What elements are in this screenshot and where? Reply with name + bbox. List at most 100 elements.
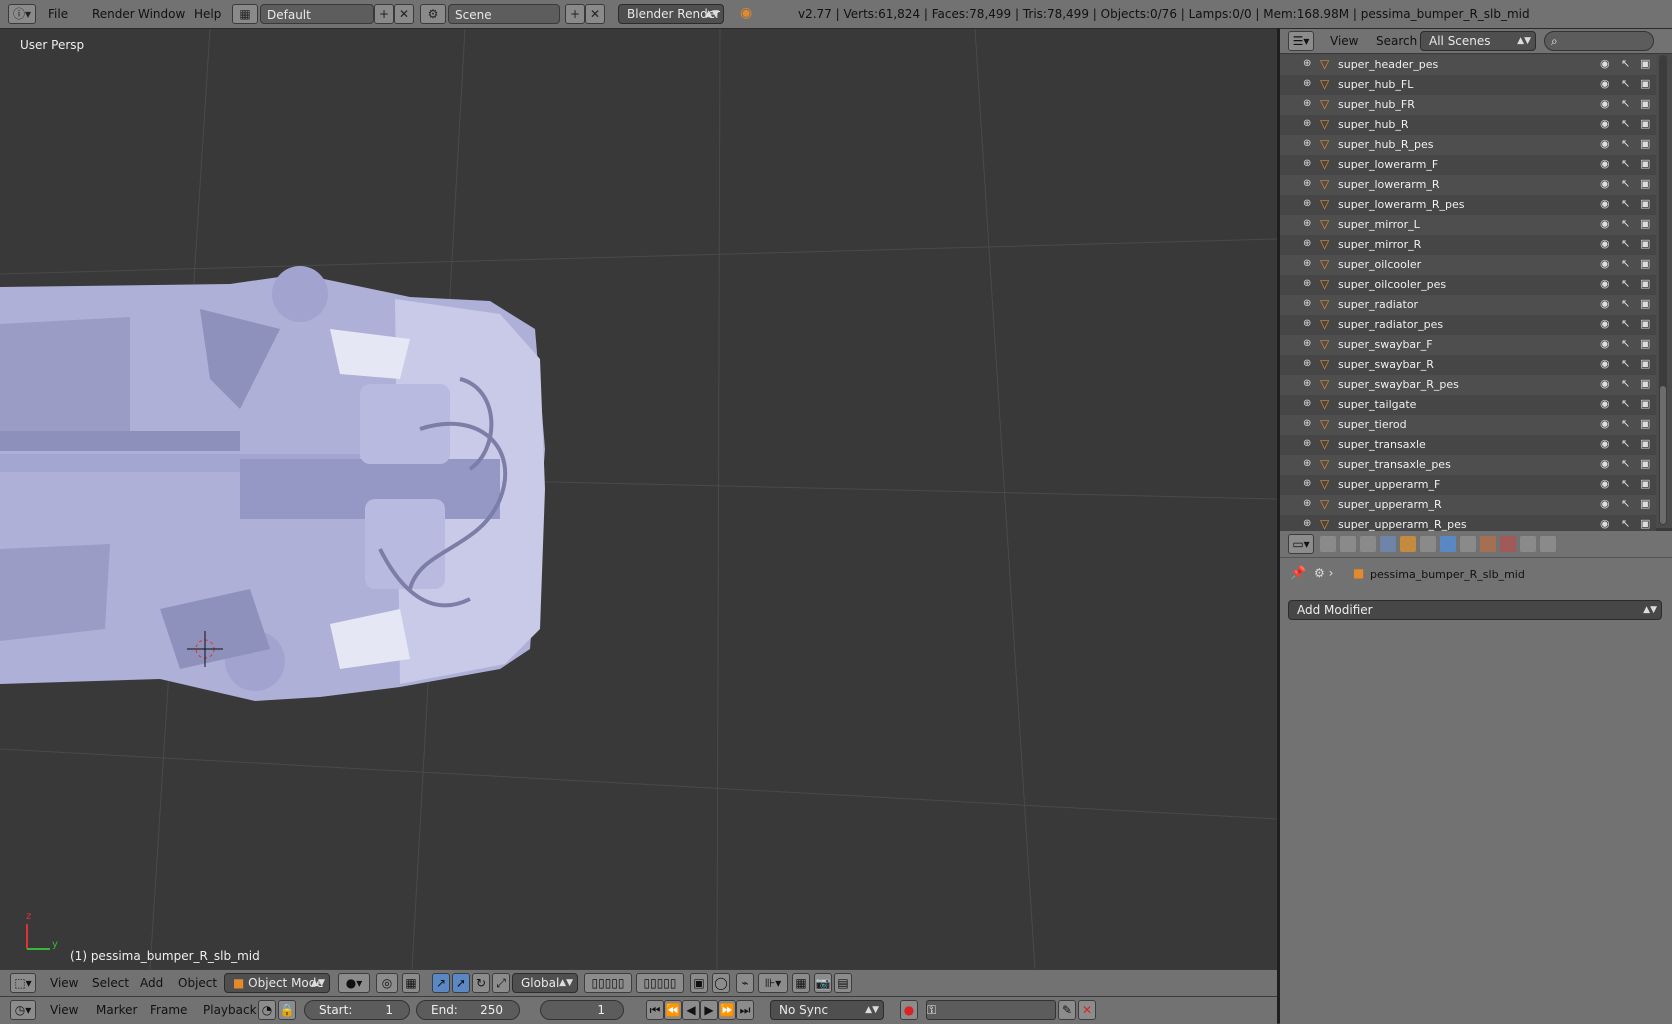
renderability-camera-icon[interactable]: ▣ xyxy=(1640,317,1650,330)
current-frame-field[interactable]: 1 xyxy=(540,1000,624,1020)
visibility-eye-icon[interactable]: ◉ xyxy=(1600,297,1610,310)
selectability-cursor-icon[interactable]: ↖ xyxy=(1621,477,1630,490)
manipulator-icon[interactable]: ↗ xyxy=(432,973,450,993)
selectability-cursor-icon[interactable]: ↖ xyxy=(1621,277,1630,290)
3d-viewport[interactable]: z y xyxy=(0,29,1277,969)
keying-set-field[interactable]: ⚿ xyxy=(926,1000,1056,1020)
visibility-eye-icon[interactable]: ◉ xyxy=(1600,117,1610,130)
expand-icon[interactable]: ⊕ xyxy=(1303,199,1313,209)
expand-icon[interactable]: ⊕ xyxy=(1303,479,1313,489)
outliner-item[interactable]: ⊕ ▽ super_upperarm_F ◉ ↖ ▣ xyxy=(1280,475,1656,495)
selectability-cursor-icon[interactable]: ↖ xyxy=(1621,157,1630,170)
menu-playback[interactable]: Playback xyxy=(203,1003,257,1017)
renderability-camera-icon[interactable]: ▣ xyxy=(1640,237,1650,250)
sync-dropdown[interactable]: No Sync ▲▼ xyxy=(770,1000,884,1020)
physics-tab-icon[interactable] xyxy=(1540,536,1556,552)
constraints-tab-icon[interactable] xyxy=(1420,536,1436,552)
selectability-cursor-icon[interactable]: ↖ xyxy=(1621,517,1630,530)
expand-icon[interactable]: ⊕ xyxy=(1303,459,1313,469)
selectability-cursor-icon[interactable]: ↖ xyxy=(1621,77,1630,90)
expand-icon[interactable]: ⊕ xyxy=(1303,79,1313,89)
orientation-dropdown[interactable]: Global ▲▼ xyxy=(512,973,578,993)
expand-icon[interactable]: ⊕ xyxy=(1303,279,1313,289)
renderability-camera-icon[interactable]: ▣ xyxy=(1640,357,1650,370)
render-engine-dropdown[interactable]: Blender Render ▲▼ xyxy=(618,4,724,24)
expand-icon[interactable]: ⊕ xyxy=(1303,159,1313,169)
display-mode-dropdown[interactable]: All Scenes ▲▼ xyxy=(1420,31,1536,51)
menu-render[interactable]: Render xyxy=(92,7,135,21)
visibility-eye-icon[interactable]: ◉ xyxy=(1600,177,1610,190)
pivot-icon[interactable]: ◎ xyxy=(376,973,398,993)
renderability-camera-icon[interactable]: ▣ xyxy=(1640,57,1650,70)
info-editor-icon[interactable]: ⓘ▾ xyxy=(8,4,36,24)
menu-window[interactable]: Window xyxy=(138,7,185,21)
world-tab-icon[interactable] xyxy=(1380,536,1396,552)
editor-type-icon[interactable]: ⬚▾ xyxy=(10,973,36,993)
layers-group-2[interactable]: ▯▯▯▯▯ xyxy=(636,973,684,993)
renderability-camera-icon[interactable]: ▣ xyxy=(1640,377,1650,390)
record-icon[interactable]: ● xyxy=(900,1000,918,1020)
renderability-camera-icon[interactable]: ▣ xyxy=(1640,77,1650,90)
play-icon[interactable]: ▶ xyxy=(700,1000,718,1020)
selectability-cursor-icon[interactable]: ↖ xyxy=(1621,497,1630,510)
outliner-scroll-thumb[interactable] xyxy=(1660,386,1666,524)
layers-tab-icon[interactable] xyxy=(1340,536,1356,552)
menu-timeline-view[interactable]: View xyxy=(50,1003,78,1017)
selectability-cursor-icon[interactable]: ↖ xyxy=(1621,97,1630,110)
menu-frame[interactable]: Frame xyxy=(150,1003,187,1017)
selectability-cursor-icon[interactable]: ↖ xyxy=(1621,397,1630,410)
outliner-item[interactable]: ⊕ ▽ super_hub_FR ◉ ↖ ▣ xyxy=(1280,95,1656,115)
expand-icon[interactable]: ⊕ xyxy=(1303,319,1313,329)
selectability-cursor-icon[interactable]: ↖ xyxy=(1621,317,1630,330)
visibility-eye-icon[interactable]: ◉ xyxy=(1600,237,1610,250)
outliner-search-input[interactable]: ⌕ xyxy=(1544,31,1654,51)
layers-group-1[interactable]: ▯▯▯▯▯ xyxy=(584,973,632,993)
translate-icon[interactable]: ➚ xyxy=(452,973,470,993)
add-scene-icon[interactable]: + xyxy=(565,4,585,24)
prev-keyframe-icon[interactable]: ⏪ xyxy=(664,1000,682,1020)
renderability-camera-icon[interactable]: ▣ xyxy=(1640,117,1650,130)
outliner-item[interactable]: ⊕ ▽ super_radiator_pes ◉ ↖ ▣ xyxy=(1280,315,1656,335)
render-tab-icon[interactable] xyxy=(1320,536,1336,552)
selectability-cursor-icon[interactable]: ↖ xyxy=(1621,117,1630,130)
visibility-eye-icon[interactable]: ◉ xyxy=(1600,57,1610,70)
visibility-eye-icon[interactable]: ◉ xyxy=(1600,377,1610,390)
visibility-eye-icon[interactable]: ◉ xyxy=(1600,397,1610,410)
outliner-item[interactable]: ⊕ ▽ super_tailgate ◉ ↖ ▣ xyxy=(1280,395,1656,415)
selectability-cursor-icon[interactable]: ↖ xyxy=(1621,257,1630,270)
visibility-eye-icon[interactable]: ◉ xyxy=(1600,77,1610,90)
selectability-cursor-icon[interactable]: ↖ xyxy=(1621,57,1630,70)
visibility-eye-icon[interactable]: ◉ xyxy=(1600,357,1610,370)
visibility-eye-icon[interactable]: ◉ xyxy=(1600,477,1610,490)
selectability-cursor-icon[interactable]: ↖ xyxy=(1621,237,1630,250)
expand-icon[interactable]: ⊕ xyxy=(1303,299,1313,309)
renderability-camera-icon[interactable]: ▣ xyxy=(1640,277,1650,290)
outliner-item[interactable]: ⊕ ▽ super_mirror_R ◉ ↖ ▣ xyxy=(1280,235,1656,255)
selectability-cursor-icon[interactable]: ↖ xyxy=(1621,177,1630,190)
start-frame-field[interactable]: Start: 1 xyxy=(304,1000,410,1020)
visibility-eye-icon[interactable]: ◉ xyxy=(1600,317,1610,330)
modifiers-tab-icon[interactable] xyxy=(1440,536,1456,552)
outliner-item[interactable]: ⊕ ▽ super_transaxle_pes ◉ ↖ ▣ xyxy=(1280,455,1656,475)
renderability-camera-icon[interactable]: ▣ xyxy=(1640,297,1650,310)
mode-dropdown[interactable]: ■ Object Mode ▲▼ xyxy=(224,973,330,993)
snap-element-icon[interactable]: ⊪▾ xyxy=(758,973,788,993)
menu-object[interactable]: Object xyxy=(178,976,217,990)
renderability-camera-icon[interactable]: ▣ xyxy=(1640,137,1650,150)
remove-scene-icon[interactable]: ✕ xyxy=(585,4,605,24)
expand-icon[interactable]: ⊕ xyxy=(1303,379,1313,389)
outliner-item[interactable]: ⊕ ▽ super_lowerarm_F ◉ ↖ ▣ xyxy=(1280,155,1656,175)
scene-tab-icon[interactable] xyxy=(1360,536,1376,552)
selectability-cursor-icon[interactable]: ↖ xyxy=(1621,217,1630,230)
outliner-item[interactable]: ⊕ ▽ super_mirror_L ◉ ↖ ▣ xyxy=(1280,215,1656,235)
render-preview-icon[interactable]: ▦ xyxy=(792,973,810,993)
visibility-eye-icon[interactable]: ◉ xyxy=(1600,497,1610,510)
selectability-cursor-icon[interactable]: ↖ xyxy=(1621,357,1630,370)
renderability-camera-icon[interactable]: ▣ xyxy=(1640,157,1650,170)
expand-icon[interactable]: ⊕ xyxy=(1303,119,1313,129)
selectability-cursor-icon[interactable]: ↖ xyxy=(1621,457,1630,470)
visibility-eye-icon[interactable]: ◉ xyxy=(1600,157,1610,170)
renderability-camera-icon[interactable]: ▣ xyxy=(1640,397,1650,410)
lock-layer-icon[interactable]: ▣ xyxy=(690,973,708,993)
expand-icon[interactable]: ⊕ xyxy=(1303,219,1313,229)
